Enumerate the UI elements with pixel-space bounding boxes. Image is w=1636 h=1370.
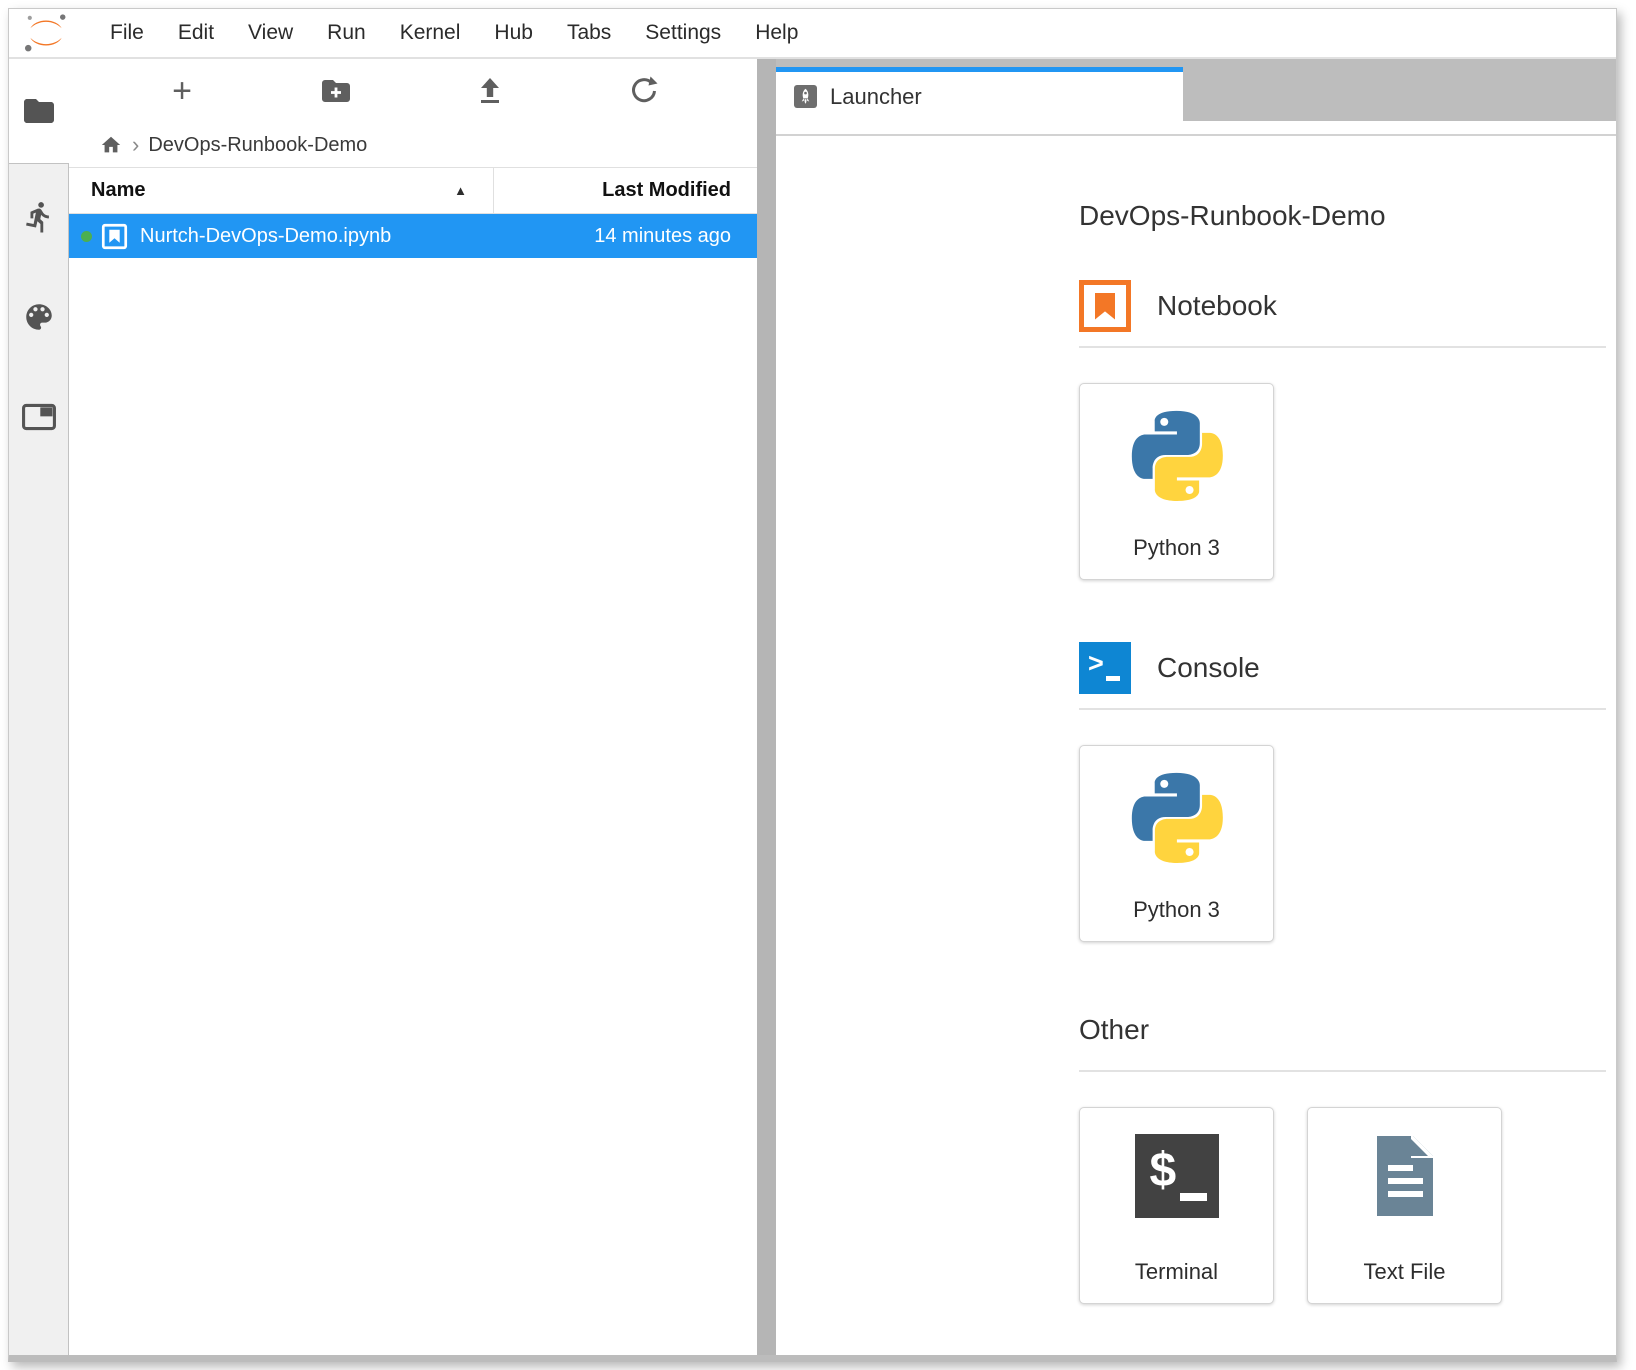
new-folder-button[interactable] — [316, 71, 356, 111]
notebook-orange-icon — [1079, 280, 1131, 332]
menu-hub[interactable]: Hub — [477, 21, 550, 45]
palette-icon — [22, 300, 56, 334]
python-icon — [1131, 410, 1223, 502]
launcher-card-notebook-python3[interactable]: Python 3 — [1079, 383, 1274, 580]
sidebar-item-running[interactable] — [20, 198, 58, 236]
jupyter-logo-icon — [23, 12, 69, 54]
new-launcher-button[interactable]: + — [162, 71, 202, 111]
menu-tabs[interactable]: Tabs — [550, 21, 628, 45]
launcher-card-console-python3[interactable]: Python 3 — [1079, 745, 1274, 942]
upload-button[interactable] — [470, 71, 510, 111]
breadcrumb: › DevOps-Runbook-Demo — [69, 123, 757, 167]
panel-splitter[interactable] — [757, 59, 776, 1355]
column-header-name[interactable]: Name ▲ — [69, 168, 494, 213]
python-icon — [1131, 772, 1223, 864]
card-label: Text File — [1364, 1259, 1446, 1285]
file-browser-toolbar: + — [69, 59, 757, 123]
sort-ascending-icon: ▲ — [454, 183, 467, 198]
dock-tab-bar: Launcher — [776, 59, 1616, 121]
launcher-card-text-file[interactable]: Text File — [1307, 1107, 1502, 1304]
section-label-other: Other — [1079, 1014, 1149, 1046]
file-name: Nurtch-DevOps-Demo.ipynb — [140, 225, 494, 248]
breadcrumb-current-folder[interactable]: DevOps-Runbook-Demo — [148, 134, 367, 157]
kernel-running-dot — [81, 231, 92, 242]
jupyterlab-window: File Edit View Run Kernel Hub Tabs Setti… — [8, 8, 1617, 1362]
menu-file[interactable]: File — [93, 21, 161, 45]
file-last-modified: 14 minutes ago — [494, 225, 757, 248]
menu-view[interactable]: View — [231, 21, 310, 45]
menu-settings[interactable]: Settings — [628, 21, 738, 45]
file-row-selected[interactable]: Nurtch-DevOps-Demo.ipynb 14 minutes ago — [69, 214, 757, 258]
launcher-rocket-icon — [794, 85, 817, 108]
launcher-section-notebook: Notebook Python 3 — [1079, 280, 1606, 642]
launcher-section-other: Other $ Terminal — [1079, 1004, 1606, 1355]
tab-launcher[interactable]: Launcher — [776, 67, 1183, 121]
terminal-icon: $ — [1135, 1134, 1219, 1218]
folder-plus-icon — [320, 76, 352, 106]
launcher-card-terminal[interactable]: $ Terminal — [1079, 1107, 1274, 1304]
console-blue-icon: > — [1079, 642, 1131, 694]
card-label: Python 3 — [1133, 535, 1220, 561]
name-column-label: Name — [91, 179, 145, 202]
file-list-header: Name ▲ Last Modified — [69, 167, 757, 214]
refresh-icon — [629, 76, 659, 106]
sidebar-item-files[interactable] — [20, 92, 58, 130]
section-label-console: Console — [1157, 652, 1260, 684]
last-modified-column-label: Last Modified — [602, 179, 731, 202]
column-header-last-modified[interactable]: Last Modified — [494, 168, 757, 213]
menu-edit[interactable]: Edit — [161, 21, 231, 45]
tab-launcher-label: Launcher — [830, 84, 922, 110]
card-label: Terminal — [1135, 1259, 1218, 1285]
tabs-icon — [21, 401, 57, 433]
plus-icon: + — [172, 74, 192, 108]
breadcrumb-separator: › — [132, 134, 139, 156]
sidebar-item-commands[interactable] — [20, 298, 58, 336]
launcher-title: DevOps-Runbook-Demo — [1079, 200, 1606, 232]
dock-panel: Launcher DevOps-Runbook-Demo Notebook — [776, 59, 1616, 1355]
notebook-file-icon — [101, 223, 128, 250]
activity-sidebar — [9, 59, 69, 1355]
home-icon[interactable] — [99, 134, 123, 156]
upload-icon — [475, 76, 505, 106]
refresh-button[interactable] — [624, 71, 664, 111]
text-file-icon — [1366, 1134, 1444, 1218]
running-icon — [22, 200, 56, 234]
card-label: Python 3 — [1133, 897, 1220, 923]
menu-kernel[interactable]: Kernel — [383, 21, 478, 45]
launcher-body: DevOps-Runbook-Demo Notebook — [776, 134, 1616, 1355]
folder-icon — [21, 93, 57, 129]
launcher-section-console: > Console Py — [1079, 642, 1606, 1004]
section-label-notebook: Notebook — [1157, 290, 1277, 322]
menu-bar: File Edit View Run Kernel Hub Tabs Setti… — [9, 9, 1616, 59]
file-browser-panel: + — [69, 59, 757, 1355]
menu-help[interactable]: Help — [738, 21, 815, 45]
menu-run[interactable]: Run — [310, 21, 383, 45]
sidebar-item-tabs[interactable] — [20, 398, 58, 436]
